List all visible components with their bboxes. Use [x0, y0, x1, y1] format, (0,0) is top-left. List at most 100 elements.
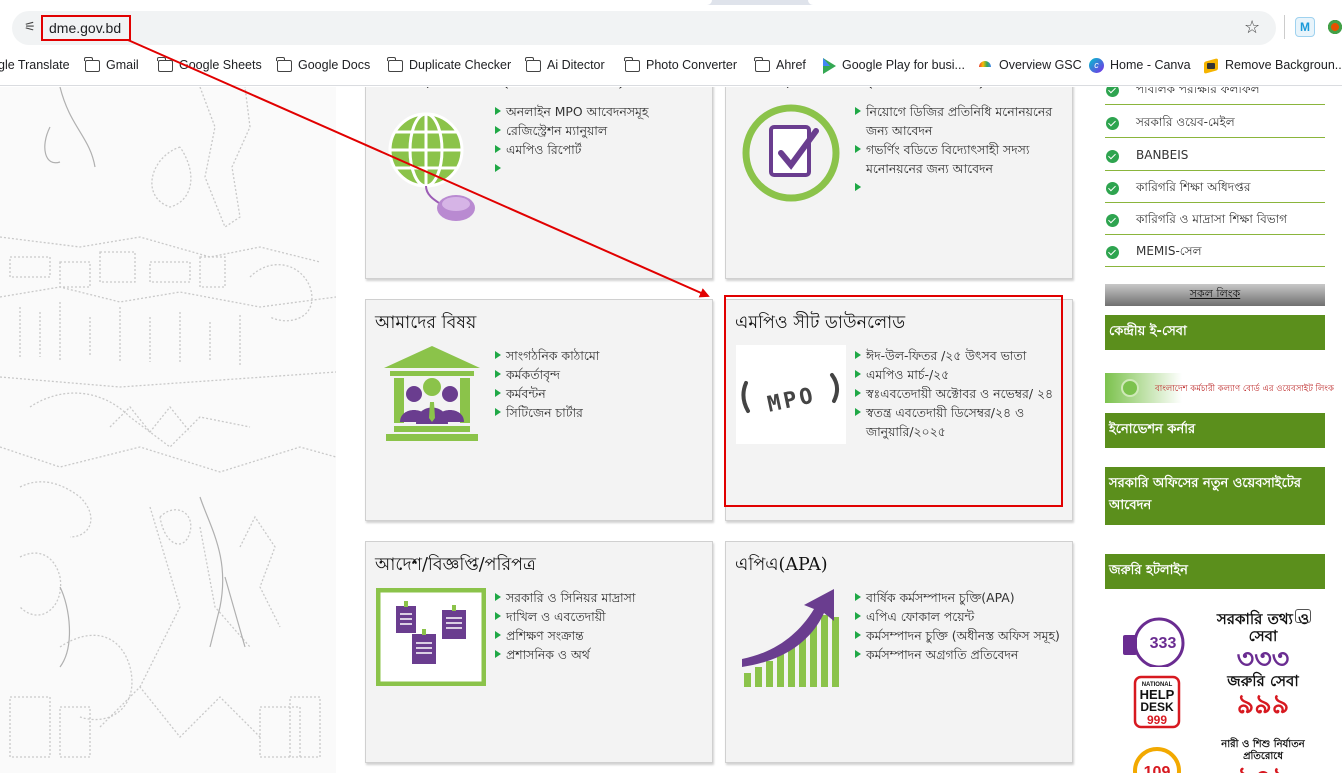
check-circle-icon	[1106, 182, 1119, 195]
list-item-link[interactable]: এমপিও রিপোর্ট	[494, 140, 702, 159]
list-item-link[interactable]: নিয়োগে ডিজির প্রতিনিধি মনোনয়নের জন্য আ…	[854, 102, 1062, 140]
list-item-link[interactable]: এপিএ ফোকাল পয়েন্ট	[854, 607, 1062, 626]
google-play-icon	[823, 57, 836, 74]
list-item-link[interactable]: কর্মসম্পাদন চুক্তি (অধীনস্ত অফিস সমূহ)	[854, 626, 1062, 645]
remove-bg-icon	[1203, 58, 1219, 73]
innovation-corner-link[interactable]: ইনোভেশন কর্নার	[1105, 413, 1325, 448]
extension-m-icon[interactable]: M	[1295, 17, 1315, 37]
bookmark-photo-converter[interactable]: Photo Converter	[624, 56, 737, 75]
hotline-109-badge: 109	[1133, 747, 1181, 773]
check-circle-icon	[1106, 214, 1119, 227]
list-item-link[interactable]: প্রশিক্ষণ সংক্রান্ত	[494, 626, 702, 645]
card-title: আমাদের বিষয়	[375, 313, 477, 333]
extension-flower-icon[interactable]	[1326, 18, 1342, 36]
sidebar-link-label: কারিগরি শিক্ষা অধিদপ্তর	[1136, 180, 1251, 194]
organization-building-icon	[384, 346, 480, 441]
browser-chrome: ⚟ dme.gov.bd ☆ M gle Translate Gmail Goo…	[0, 0, 1342, 86]
list-item-link[interactable]: কর্মকর্তাবৃন্দ	[494, 365, 702, 384]
bookmark-label: Ahref	[776, 58, 806, 72]
sidebar-link-govt-webmail[interactable]: সরকারি ওয়েব-মেইল	[1105, 108, 1325, 138]
check-circle-icon	[1106, 87, 1119, 97]
globe-mouse-icon	[388, 112, 475, 221]
card-title: অনলাইন আবেদন (ডিজি প্রতিনিধি)	[735, 87, 985, 97]
mpo-online-list: অনলাইন MPO আবেদনসমূহ রেজিস্ট্রেশন ম্যানু…	[494, 102, 702, 172]
bookmark-ahref[interactable]: Ahref	[754, 56, 806, 75]
hotline-title: নারী ও শিশু নির্যাতন প্রতিরোধে	[1221, 739, 1305, 762]
card-title: অনলাইন এমপিও (এমপিও সংক্রান্ত)	[375, 87, 625, 97]
globe-icon	[1121, 379, 1139, 397]
banner-text: বাংলাদেশ কর্মচারী কল্যাণ বোর্ড এর ওয়েবস…	[1155, 384, 1334, 394]
list-item-link[interactable]: প্রশাসনিক ও অর্থ	[494, 645, 702, 664]
list-item-link[interactable]: বার্ষিক কর্মসম্পাদন চুক্তি(APA)	[854, 588, 1062, 607]
toolbar-divider	[1284, 15, 1285, 39]
site-info-icon[interactable]: ⚟	[21, 19, 39, 37]
bookmark-star-icon[interactable]: ☆	[1244, 18, 1260, 38]
folder-icon	[276, 56, 292, 72]
sidebar-link-label: পাবলিক পরীক্ষার ফলাফল	[1136, 87, 1260, 96]
notice-board-icon	[376, 588, 486, 686]
bookmark-duplicate-checker[interactable]: Duplicate Checker	[387, 56, 512, 75]
list-item-link[interactable]: অনলাইন MPO আবেদনসমূহ	[494, 102, 702, 121]
address-bar[interactable]: ⚟ dme.gov.bd ☆	[12, 11, 1276, 45]
search-console-icon	[978, 58, 993, 73]
sidebar-link-memis-cell[interactable]: MEMIS-সেল	[1105, 237, 1325, 267]
bookmark-label: gle Translate	[0, 58, 70, 72]
check-circle-icon	[1106, 246, 1119, 259]
hotline-number: ৯৯৯	[1236, 689, 1290, 720]
hotline-999[interactable]: NATIONAL HELP DESK 999 জরুরি সেবা ৯৯৯	[1105, 669, 1325, 729]
apa-list: বার্ষিক কর্মসম্পাদন চুক্তি(APA) এপিএ ফোক…	[854, 588, 1062, 664]
hotline-badge-number: 999	[1147, 713, 1167, 727]
mpo-card-highlight-box	[724, 295, 1063, 507]
welfare-board-banner[interactable]: বাংলাদেশ কর্মচারী কল্যাণ বোর্ড এর ওয়েবস…	[1105, 373, 1334, 403]
growth-chart-icon	[742, 589, 839, 687]
list-item-link[interactable]: কর্মসম্পাদন অগ্রগতি প্রতিবেদন	[854, 645, 1062, 664]
url-highlight-box	[41, 15, 131, 41]
sidebar-link-technical-education[interactable]: কারিগরি শিক্ষা অধিদপ্তর	[1105, 173, 1325, 203]
bookmark-gmail[interactable]: Gmail	[84, 56, 139, 75]
bookmark-google-translate[interactable]: gle Translate	[0, 57, 70, 75]
folder-icon	[754, 56, 770, 72]
list-item-link[interactable]: রেজিস্ট্রেশন ম্যানুয়াল	[494, 121, 702, 140]
bookmark-remove-bg[interactable]: Remove Backgroun...	[1203, 57, 1342, 75]
list-item-link[interactable]: সাংগঠনিক কাঠামো	[494, 346, 702, 365]
hotline-109-label: নারী ও শিশু নির্যাতন প্রতিরোধে ১০৯	[1213, 739, 1313, 773]
bookmark-google-docs[interactable]: Google Docs	[276, 56, 371, 75]
sidebar-link-label: BANBEIS	[1136, 148, 1189, 162]
check-circle-icon	[1106, 150, 1119, 163]
central-eservice-heading: কেন্দ্রীয় ই-সেবা	[1105, 315, 1325, 350]
bookmark-label: Ai Ditector	[547, 58, 605, 72]
card-title: এপিএ(APA)	[735, 555, 828, 575]
decorative-background-art	[0, 87, 336, 773]
hotline-333[interactable]: 333 সরকারি তথ্য ও সেবা ৩৩৩	[1105, 607, 1325, 675]
sidebar-link-technical-madrasah-division[interactable]: কারিগরি ও মাদ্রাসা শিক্ষা বিভাগ	[1105, 205, 1325, 235]
bookmark-google-sheets[interactable]: Google Sheets	[157, 56, 262, 75]
list-item-link[interactable]: সিটিজেন চার্টার	[494, 403, 702, 422]
list-item-link[interactable]: কর্মবন্টন	[494, 384, 702, 403]
list-item-link[interactable]: দাখিল ও এবতেদায়ী	[494, 607, 702, 626]
bookmarks-bar: gle Translate Gmail Google Sheets Google…	[0, 52, 1342, 78]
bookmark-ai-ditector[interactable]: Ai Ditector	[525, 56, 605, 75]
bookmark-label: Gmail	[106, 58, 139, 72]
bookmark-google-play[interactable]: Google Play for busi...	[823, 57, 965, 75]
hotline-title: জরুরি সেবা	[1227, 672, 1299, 690]
right-sidebar: পাবলিক পরীক্ষার ফলাফল সরকারি ওয়েব-মেইল …	[1105, 87, 1334, 773]
bookmark-label: Google Sheets	[179, 58, 262, 72]
sidebar-link-label: সরকারি ওয়েব-মেইল	[1136, 115, 1235, 129]
camera-icon[interactable]	[1295, 609, 1311, 623]
bookmark-overview-gsc[interactable]: Overview GSC	[978, 57, 1082, 75]
bookmark-label: Duplicate Checker	[409, 58, 512, 72]
folder-icon	[84, 56, 100, 72]
bookmark-canva[interactable]: c Home - Canva	[1089, 57, 1191, 75]
list-item-link[interactable]: সরকারি ও সিনিয়র মাদ্রাসা	[494, 588, 702, 607]
sidebar-link-banbeis[interactable]: BANBEIS	[1105, 141, 1325, 171]
hotline-333-badge: 333	[1123, 617, 1185, 667]
folder-icon	[525, 56, 541, 72]
new-website-application-link[interactable]: সরকারি অফিসের নতুন ওয়েবসাইটের আবেদন	[1105, 467, 1325, 525]
list-item-link[interactable]: গভর্ণিং বডিতে বিদ্যোৎসাহী সদস্য মনোনয়নে…	[854, 140, 1062, 178]
hotline-999-badge: NATIONAL HELP DESK 999	[1133, 675, 1181, 729]
all-links-button[interactable]: সকল লিংক	[1105, 284, 1325, 306]
bookmark-label: Google Docs	[298, 58, 371, 72]
sidebar-link-label: কারিগরি ও মাদ্রাসা শিক্ষা বিভাগ	[1136, 212, 1288, 226]
sidebar-link-public-exam-results[interactable]: পাবলিক পরীক্ষার ফলাফল	[1105, 87, 1325, 105]
hotline-109[interactable]: 109 নারী ও শিশু নির্যাতন প্রতিরোধে ১০৯	[1105, 735, 1325, 773]
